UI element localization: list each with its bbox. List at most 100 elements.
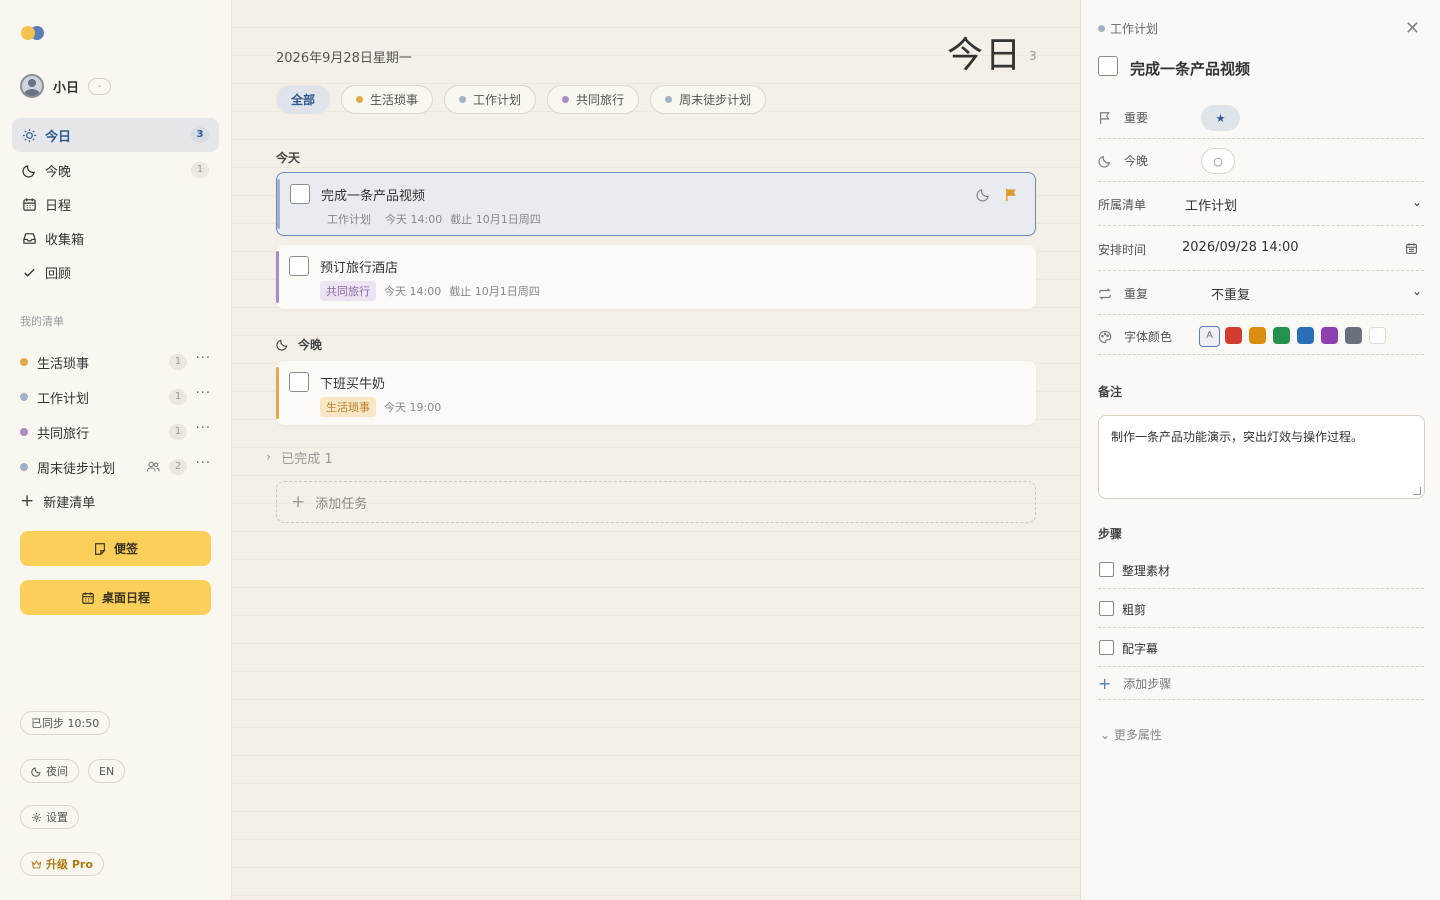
- tonight-toggle[interactable]: ○: [1201, 148, 1235, 174]
- moon-icon: [1098, 155, 1111, 168]
- language-toggle[interactable]: EN: [88, 759, 126, 783]
- filter-travel[interactable]: 共同旅行: [547, 85, 640, 114]
- desktop-schedule-button[interactable]: 桌面日程: [20, 580, 211, 615]
- group-label: 今晚: [298, 338, 323, 352]
- nav-item-review[interactable]: 回顾: [12, 255, 219, 289]
- sun-icon: [21, 127, 37, 143]
- task-list-tag: 工作计划: [327, 213, 371, 226]
- task-card[interactable]: 下班买牛奶 生活琐事 今天 19:00: [276, 361, 1036, 425]
- task-card[interactable]: 完成一条产品视频 工作计划 今天 14:00 截止 10月1日周四: [276, 172, 1036, 236]
- task-checkbox[interactable]: [289, 256, 309, 276]
- sync-status[interactable]: 已同步 10:50: [20, 711, 111, 735]
- chevron-down-icon[interactable]: ⌄: [1412, 195, 1422, 209]
- avatar[interactable]: [20, 74, 44, 98]
- important-toggle[interactable]: ★: [1201, 105, 1240, 131]
- step-label[interactable]: 粗剪: [1122, 601, 1146, 618]
- filter-label: 生活琐事: [370, 93, 419, 107]
- color-swatch-red[interactable]: [1225, 327, 1242, 344]
- more-properties-toggle[interactable]: ⌄ 更多属性: [1100, 726, 1162, 743]
- task-due: 截止 10月1日周四: [449, 285, 540, 298]
- list-select-row[interactable]: 所属清单 工作计划 ⌄: [1098, 189, 1424, 226]
- calendar-icon: [82, 591, 94, 604]
- group-tonight-heading: 今晚: [276, 336, 322, 353]
- nav-item-today[interactable]: 今日 3: [12, 118, 219, 152]
- upgrade-label: 升级 Pro: [46, 858, 93, 871]
- new-list-button[interactable]: + 新建清单: [20, 490, 95, 512]
- list-color-dot: [20, 428, 28, 436]
- settings-button[interactable]: 设置: [20, 805, 79, 829]
- nav-item-schedule[interactable]: 日程: [12, 187, 219, 221]
- desktop-schedule-label: 桌面日程: [101, 591, 150, 605]
- step-label[interactable]: 整理素材: [1122, 562, 1170, 579]
- repeat-row[interactable]: 重复 不重复 ⌄: [1098, 278, 1424, 315]
- task-card[interactable]: 预订旅行酒店 共同旅行 今天 14:00 截止 10月1日周四: [276, 245, 1036, 309]
- color-swatch-purple[interactable]: [1321, 327, 1338, 344]
- note-heading: 备注: [1098, 385, 1123, 399]
- list-select-label: 所属清单: [1098, 196, 1146, 213]
- night-mode-toggle[interactable]: 夜间: [20, 759, 79, 783]
- filter-label: 全部: [291, 93, 316, 107]
- note-icon: [95, 542, 105, 555]
- calendar-icon[interactable]: [1405, 242, 1418, 255]
- task-checkbox[interactable]: [290, 184, 310, 204]
- nav-item-tonight[interactable]: 今晚 1: [12, 153, 219, 187]
- step-checkbox[interactable]: [1099, 562, 1114, 577]
- list-select-value[interactable]: 工作计划: [1185, 195, 1237, 214]
- filter-all[interactable]: 全部: [276, 85, 331, 114]
- more-icon[interactable]: ···: [196, 456, 211, 471]
- color-swatch-green[interactable]: [1273, 327, 1290, 344]
- user-status-chip[interactable]: -: [88, 77, 112, 95]
- step-label[interactable]: 配字幕: [1122, 640, 1158, 657]
- task-checkbox[interactable]: [289, 372, 309, 392]
- completed-toggle[interactable]: › 已完成 1: [266, 448, 333, 467]
- repeat-value[interactable]: 不重复: [1211, 284, 1250, 303]
- list-item-travel[interactable]: 共同旅行 1 ···: [20, 421, 215, 443]
- nav-item-inbox[interactable]: 收集箱: [12, 221, 219, 255]
- list-item-work[interactable]: 工作计划 1 ···: [20, 386, 215, 408]
- breadcrumb-label: 工作计划: [1110, 22, 1159, 36]
- task-title: 预订旅行酒店: [320, 261, 399, 276]
- resize-handle[interactable]: [1413, 487, 1421, 495]
- font-color-row: 字体颜色 A: [1098, 321, 1424, 355]
- more-icon[interactable]: ···: [196, 421, 211, 436]
- detail-task-checkbox[interactable]: [1098, 56, 1118, 76]
- moon-icon[interactable]: [976, 187, 991, 202]
- upgrade-pro-button[interactable]: 升级 Pro: [20, 852, 104, 876]
- list-item-hiking[interactable]: 周末徒步计划 2 ···: [20, 456, 215, 478]
- note-textarea[interactable]: 制作一条产品功能演示，突出灯效与操作过程。: [1098, 415, 1425, 499]
- calendar-icon: [21, 196, 37, 212]
- important-label: 重要: [1098, 109, 1148, 126]
- color-swatch-orange[interactable]: [1249, 327, 1266, 344]
- schedule-row[interactable]: 安排时间 2026/09/28 14:00: [1098, 233, 1424, 271]
- add-task-button[interactable]: + 添加任务: [276, 481, 1036, 523]
- detail-list-breadcrumb[interactable]: 工作计划: [1098, 20, 1158, 37]
- filter-work[interactable]: 工作计划: [444, 85, 537, 114]
- page-title-count: 3: [1029, 49, 1037, 63]
- gear-icon: [32, 812, 41, 822]
- flag-icon[interactable]: [1004, 187, 1019, 202]
- more-icon[interactable]: ···: [196, 386, 211, 401]
- filter-label: 工作计划: [473, 93, 522, 107]
- more-icon[interactable]: ···: [196, 351, 211, 366]
- close-icon[interactable]: ✕: [1405, 18, 1420, 39]
- sticky-note-label: 便签: [113, 542, 138, 556]
- step-checkbox[interactable]: [1099, 601, 1114, 616]
- filter-hiking[interactable]: 周末徒步计划: [650, 85, 767, 114]
- color-swatch-gray[interactable]: [1345, 327, 1362, 344]
- task-time: 今天 14:00: [385, 213, 443, 226]
- list-item-life[interactable]: 生活琐事 1 ···: [20, 351, 215, 373]
- color-swatch-auto[interactable]: A: [1199, 326, 1220, 347]
- detail-task-title[interactable]: 完成一条产品视频: [1130, 58, 1250, 79]
- user-name: 小日: [53, 80, 80, 96]
- schedule-value[interactable]: 2026/09/28 14:00: [1182, 240, 1299, 255]
- filter-life[interactable]: 生活琐事: [341, 85, 434, 114]
- color-swatch-blue[interactable]: [1297, 327, 1314, 344]
- step-checkbox[interactable]: [1099, 640, 1114, 655]
- color-swatch-white[interactable]: [1369, 327, 1386, 344]
- task-list-color-bar: [276, 367, 279, 419]
- chevron-down-icon[interactable]: ⌄: [1412, 284, 1422, 298]
- user-profile[interactable]: 小日 -: [20, 74, 112, 98]
- add-step-button[interactable]: + 添加步骤: [1098, 673, 1424, 700]
- sticky-note-button[interactable]: 便签: [20, 531, 211, 566]
- filter-color-dot: [356, 96, 364, 103]
